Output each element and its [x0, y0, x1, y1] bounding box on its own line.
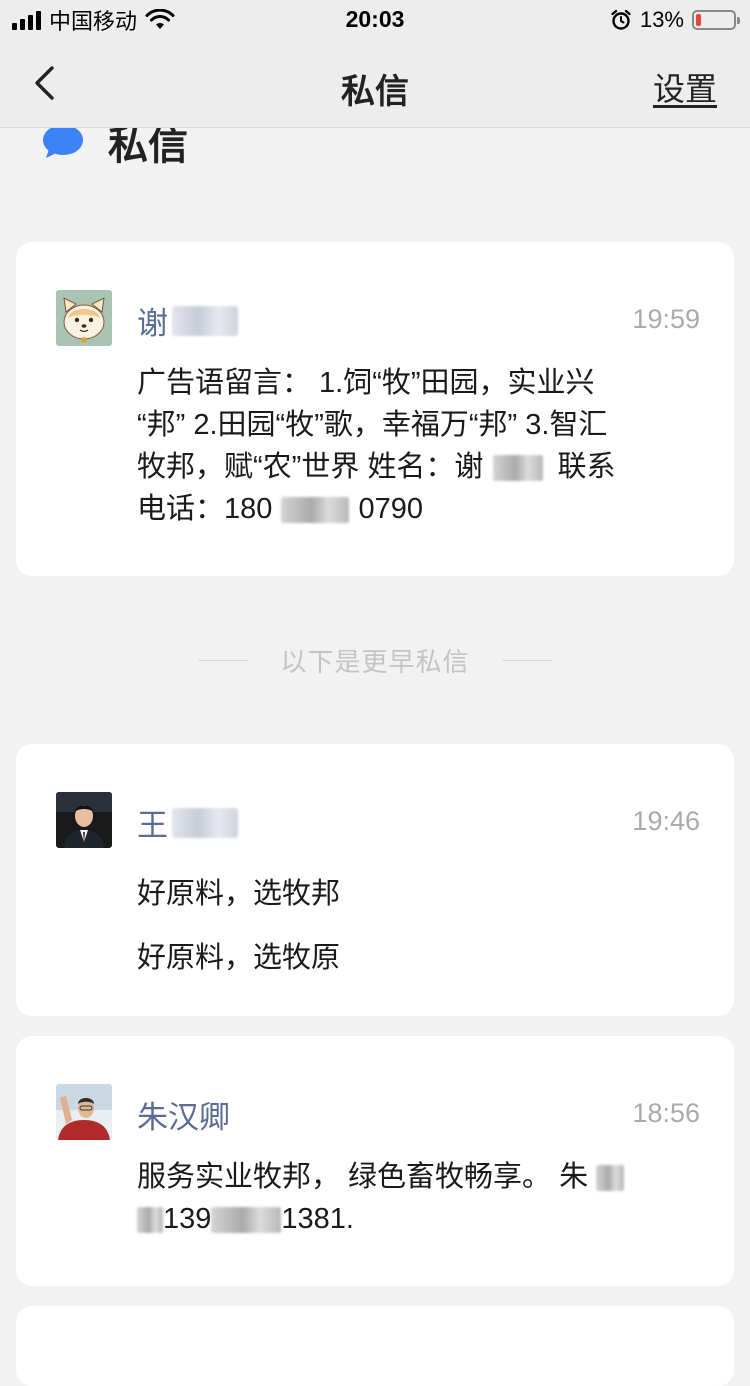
message-card[interactable]: 朱汉卿 18:56 服务实业牧邦， 绿色畜牧畅享。 朱 139 1381. [16, 1036, 734, 1286]
alarm-icon [611, 9, 631, 30]
nav-bar: 私信 设置 [0, 40, 750, 128]
avatar[interactable] [56, 792, 112, 848]
redacted-text [493, 455, 544, 482]
message-time: 18:56 [632, 1098, 700, 1128]
redacted-text [281, 497, 350, 524]
battery-icon [692, 10, 740, 30]
message-card[interactable]: 王 19:46 好原料，选牧邦 好原料，选牧原 [16, 744, 734, 1016]
battery-level [696, 14, 701, 26]
sender-name[interactable]: 谢 [137, 298, 238, 343]
man-waving-avatar-image [56, 1084, 112, 1140]
battery-percent: 13% [639, 7, 684, 32]
shiba-avatar-image [56, 290, 112, 346]
message-text: 服务实业牧邦， 绿色畜牧畅享。 朱 139 1381. [137, 1156, 694, 1240]
earlier-divider: 以下是更早私信 [0, 640, 750, 680]
status-bar: 中国移动 20:03 13% [0, 0, 750, 40]
message-text: 好原料，选牧邦 好原料，选牧原 [137, 878, 341, 974]
redacted-text [137, 1207, 163, 1234]
divider-line [198, 659, 249, 661]
nav-title: 私信 [341, 73, 409, 111]
message-time: 19:59 [632, 304, 700, 334]
message-time: 19:46 [632, 806, 700, 836]
avatar[interactable] [56, 290, 112, 346]
avatar[interactable] [56, 1084, 112, 1140]
sender-name[interactable]: 朱汉卿 [137, 1092, 230, 1137]
divider-text: 以下是更早私信 [280, 646, 470, 677]
message-card[interactable] [16, 1306, 734, 1386]
chat-bubble-icon [43, 125, 83, 158]
divider-line [501, 659, 552, 661]
settings-button[interactable]: 设置 [653, 64, 717, 110]
sender-name[interactable]: 王 [137, 800, 238, 845]
redacted-text [172, 807, 238, 838]
message-text: 广告语留言： 1.饲“牧”田园，实业兴 “邦” 2.田园“牧”歌，幸福万“邦” … [137, 367, 616, 525]
message-card[interactable]: 谢 19:59 广告语留言： 1.饲“牧”田园，实业兴 “邦” 2.田园“牧”歌… [16, 242, 734, 576]
redacted-text [596, 1165, 625, 1192]
man-portrait-avatar-image [56, 792, 112, 848]
redacted-text [172, 305, 238, 336]
status-right-group: 13% [610, 6, 740, 34]
redacted-text [211, 1207, 282, 1234]
